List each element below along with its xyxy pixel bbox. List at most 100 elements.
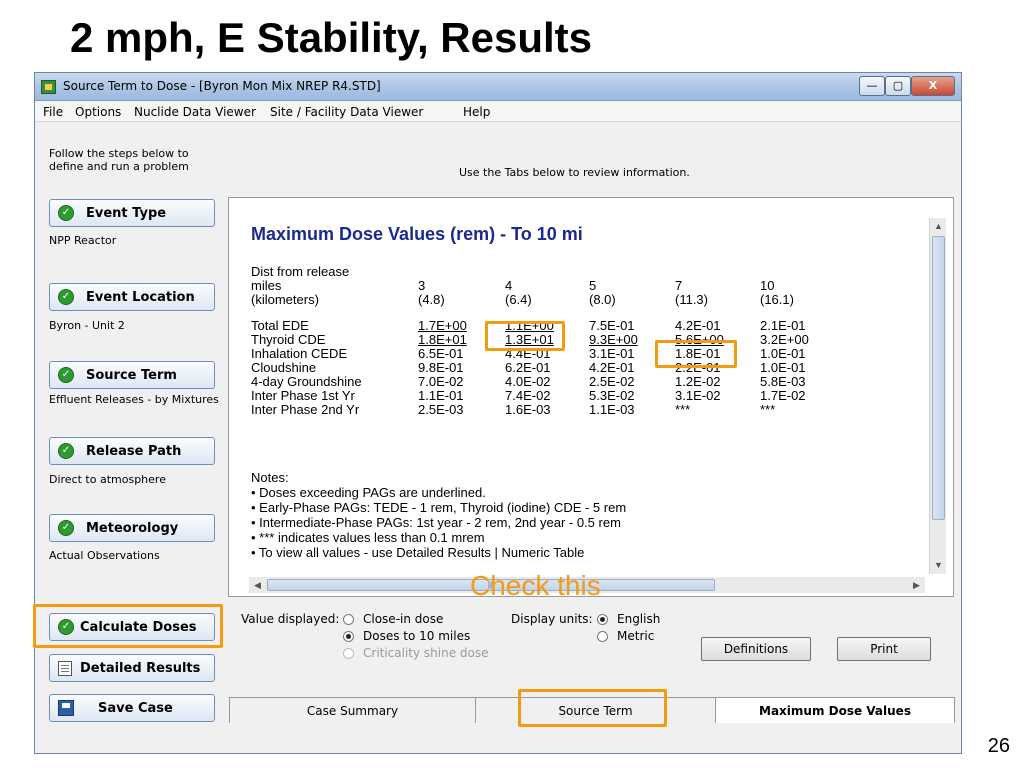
event-type-value: NPP Reactor — [49, 234, 117, 247]
event-location-label: Event Location — [86, 290, 195, 305]
dose-value-cell: 4.0E-02 — [505, 374, 551, 389]
check-icon: ✓ — [58, 367, 74, 383]
dose-value-cell: 7.4E-02 — [505, 388, 551, 403]
dose-value-cell: 2.1E-01 — [760, 318, 806, 333]
minimize-button[interactable]: — — [859, 76, 885, 96]
notes-line: Notes: — [251, 470, 289, 485]
dose-row-label: Inter Phase 1st Yr — [251, 388, 355, 403]
source-term-value: Effluent Releases - by Mixtures — [49, 393, 219, 406]
source-term-tab-highlight — [518, 689, 667, 727]
dose-value-cell: *** — [760, 402, 776, 417]
app-icon — [41, 80, 56, 94]
close-in-dose-label: Close-in dose — [363, 612, 444, 626]
dose-value-cell: 5.8E-03 — [760, 374, 806, 389]
scroll-down-icon[interactable]: ▼ — [930, 557, 947, 574]
dose-value-cell: 1.7E+00 — [418, 318, 467, 333]
doses-to-10-miles-radio[interactable] — [343, 631, 354, 642]
criticality-shine-radio — [343, 648, 354, 659]
event-type-button[interactable]: ✓ Event Type — [49, 199, 215, 227]
header-cell: 3 — [418, 278, 426, 293]
calculate-doses-highlight — [33, 604, 223, 648]
save-case-button[interactable]: Save Case — [49, 694, 215, 722]
detailed-results-button[interactable]: Detailed Results — [49, 654, 215, 682]
event-type-label: Event Type — [86, 206, 167, 221]
close-in-dose-radio[interactable] — [343, 614, 354, 625]
steps-panel: Follow the steps below to define and run… — [35, 123, 221, 753]
dose-row-label: Inhalation CEDE — [251, 346, 348, 361]
header-cell: Dist from release — [251, 264, 350, 279]
steps-instruction: Follow the steps below to define and run… — [49, 147, 189, 173]
dose-value-cell: 1.0E-01 — [760, 360, 806, 375]
dose-value-cell: 6.5E-01 — [418, 346, 464, 361]
header-cell: 4 — [505, 278, 513, 293]
header-cell: 5 — [589, 278, 597, 293]
dose-value-cell: 1.2E-02 — [675, 374, 721, 389]
meteorology-value: Actual Observations — [49, 549, 160, 562]
vertical-scroll-thumb[interactable] — [932, 236, 945, 520]
scroll-up-icon[interactable]: ▲ — [930, 218, 947, 235]
print-button[interactable]: Print — [837, 637, 931, 661]
notes-line: • Intermediate-Phase PAGs: 1st year - 2 … — [251, 515, 621, 530]
release-path-label: Release Path — [86, 444, 182, 459]
dose-value-cell: 1.0E-01 — [760, 346, 806, 361]
title-bar: Source Term to Dose - [Byron Mon Mix NRE… — [35, 73, 961, 101]
header-cell: miles — [251, 278, 282, 293]
meteorology-label: Meteorology — [86, 521, 179, 536]
notes-line: • *** indicates values less than 0.1 mre… — [251, 530, 485, 545]
menu-file[interactable]: File — [43, 105, 63, 119]
detailed-results-label: Detailed Results — [80, 661, 201, 676]
dose-value-cell: 6.2E-01 — [505, 360, 551, 375]
menu-help[interactable]: Help — [463, 105, 490, 119]
event-location-button[interactable]: ✓ Event Location — [49, 283, 215, 311]
notes-line: • To view all values - use Detailed Resu… — [251, 545, 585, 560]
document-icon — [58, 661, 72, 676]
dose-row-label: Inter Phase 2nd Yr — [251, 402, 360, 417]
dose-value-cell: 2.5E-03 — [418, 402, 464, 417]
metric-units-radio[interactable] — [597, 631, 608, 642]
header-cell: 10 — [760, 278, 775, 293]
check-this-annotation: Check this — [470, 570, 601, 601]
menu-site-facility-data-viewer[interactable]: Site / Facility Data Viewer — [270, 105, 423, 119]
dose-value-cell: 3.1E-02 — [675, 388, 721, 403]
criticality-shine-label: Criticality shine dose — [363, 646, 489, 660]
maximize-button[interactable]: ▢ — [885, 76, 911, 96]
dose-value-cell: 9.8E-01 — [418, 360, 464, 375]
english-units-radio[interactable] — [597, 614, 608, 625]
notes-block: Notes: • Doses exceeding PAGs are underl… — [251, 470, 626, 560]
dose-value-cell: 1.7E-02 — [760, 388, 806, 403]
report-title: Maximum Dose Values (rem) - To 10 mi — [251, 224, 583, 244]
app-window: Source Term to Dose - [Byron Mon Mix NRE… — [34, 72, 962, 754]
doses-to-10-miles-label: Doses to 10 miles — [363, 629, 471, 643]
metric-units-label: Metric — [617, 629, 655, 643]
save-icon — [58, 700, 74, 716]
check-icon: ✓ — [58, 205, 74, 221]
page-number: 26 — [987, 735, 1010, 757]
tab-maximum-dose-values[interactable]: Maximum Dose Values — [715, 697, 955, 723]
meteorology-button[interactable]: ✓ Meteorology — [49, 514, 215, 542]
dose-row-label: Total EDE — [251, 318, 309, 333]
report-frame: Maximum Dose Values (rem) - To 10 mi Dis… — [228, 197, 954, 597]
dose-value-cell: 9.3E+00 — [589, 332, 638, 347]
save-case-label: Save Case — [98, 701, 173, 716]
close-button[interactable]: X — [911, 76, 955, 96]
header-cell: (4.8) — [418, 292, 445, 307]
notes-line: • Doses exceeding PAGs are underlined. — [251, 485, 486, 500]
header-cell: 7 — [675, 278, 683, 293]
release-path-button[interactable]: ✓ Release Path — [49, 437, 215, 465]
menu-bar: File Options Nuclide Data Viewer Site / … — [35, 102, 961, 122]
header-cell: (6.4) — [505, 292, 532, 307]
source-term-button[interactable]: ✓ Source Term — [49, 361, 215, 389]
menu-nuclide-data-viewer[interactable]: Nuclide Data Viewer — [134, 105, 256, 119]
dose-value-cell: 7.5E-01 — [589, 318, 635, 333]
slide-title: 2 mph, E Stability, Results — [70, 14, 593, 61]
dose-row-label: Thyroid CDE — [251, 332, 326, 347]
window-title: Source Term to Dose - [Byron Mon Mix NRE… — [63, 79, 381, 93]
scroll-right-icon[interactable]: ▶ — [908, 577, 925, 594]
definitions-button[interactable]: Definitions — [701, 637, 811, 661]
vertical-scrollbar[interactable]: ▲ ▼ — [929, 218, 946, 574]
display-units-label: Display units: — [511, 612, 593, 626]
tab-case-summary[interactable]: Case Summary — [229, 697, 475, 723]
check-icon: ✓ — [58, 520, 74, 536]
menu-options[interactable]: Options — [75, 105, 121, 119]
scroll-left-icon[interactable]: ◀ — [249, 577, 266, 594]
